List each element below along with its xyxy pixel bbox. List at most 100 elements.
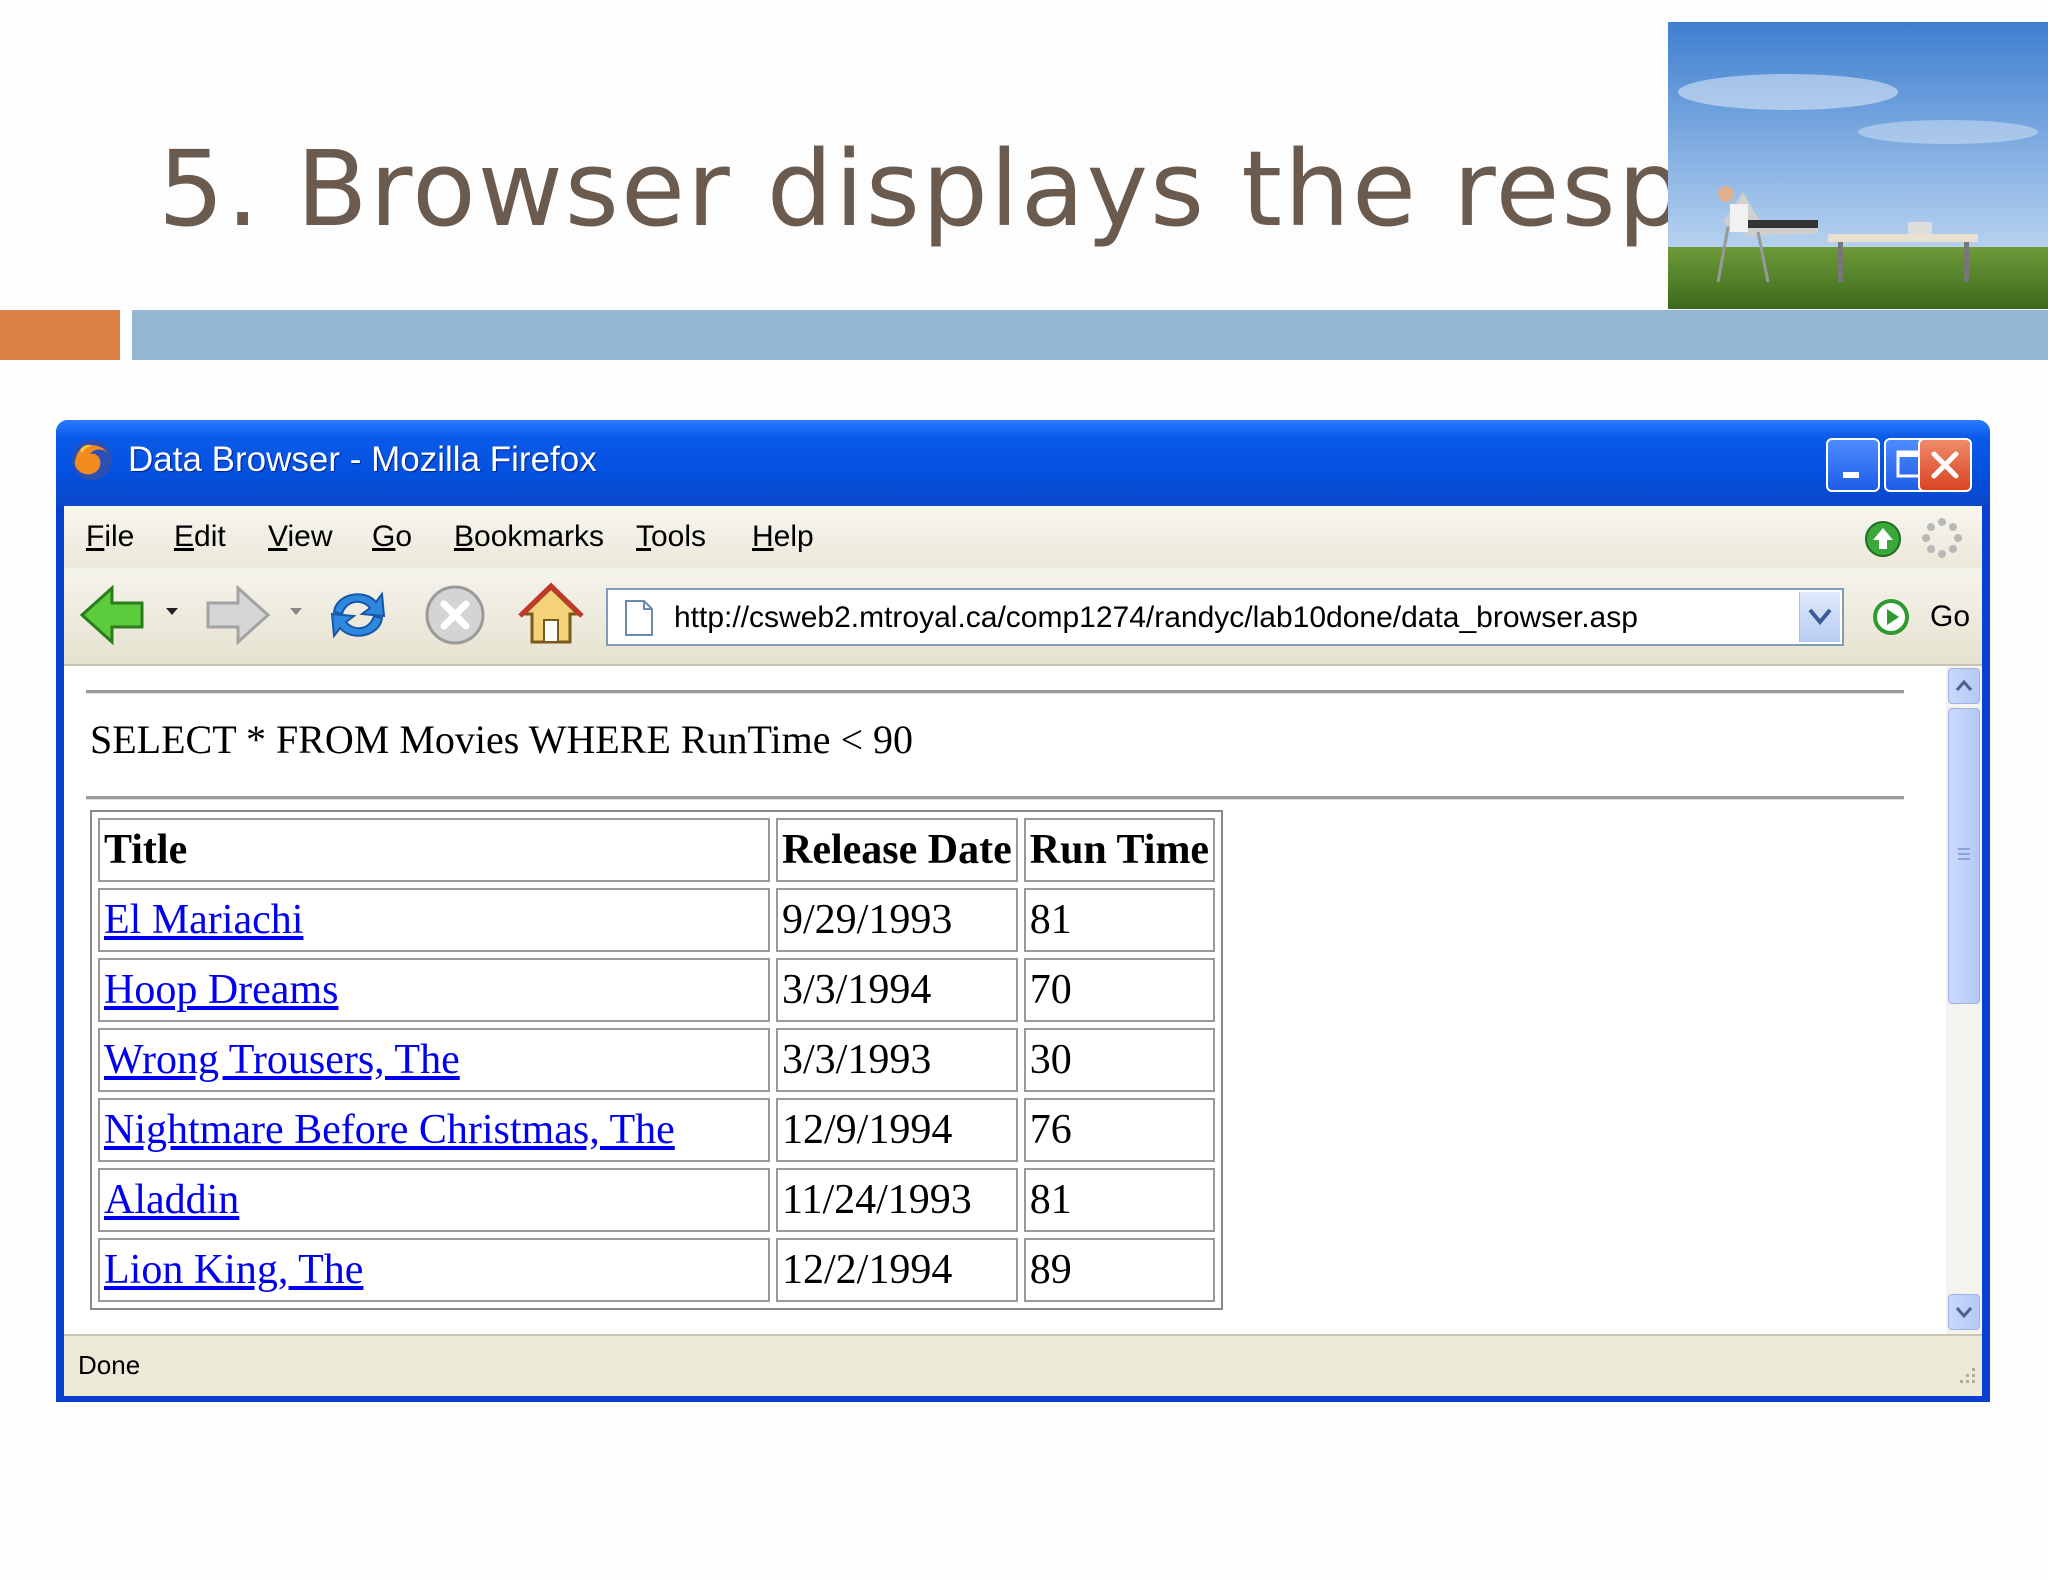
column-header-title: Title — [98, 818, 770, 882]
movie-link[interactable]: Lion King, The — [104, 1247, 363, 1293]
table-row: Nightmare Before Christmas, The 12/9/199… — [98, 1098, 1216, 1162]
chevron-up-icon — [1955, 679, 1973, 691]
menu-edit-label: dit — [194, 520, 226, 553]
release-date-cell: 12/2/1994 — [776, 1238, 1018, 1302]
address-bar[interactable]: http://csweb2.mtroyal.ca/comp1274/randyc… — [606, 588, 1844, 646]
resize-grip-icon[interactable] — [1950, 1362, 1978, 1390]
table-row: Aladdin 11/24/1993 81 — [98, 1168, 1216, 1232]
run-time-cell: 89 — [1023, 1238, 1216, 1302]
menu-bookmarks-accel: B — [454, 520, 475, 553]
stop-icon[interactable] — [422, 582, 488, 648]
title-cell: Nightmare Before Christmas, The — [98, 1098, 770, 1162]
run-time-cell: 70 — [1023, 958, 1216, 1022]
scroll-thumb[interactable] — [1948, 708, 1980, 1004]
accent-bar-orange — [0, 310, 120, 360]
movie-link[interactable]: Aladdin — [104, 1177, 239, 1223]
reload-icon[interactable] — [324, 582, 392, 648]
movie-link[interactable]: Nightmare Before Christmas, The — [104, 1107, 675, 1153]
title-cell: El Mariachi — [98, 888, 770, 952]
firefox-icon — [72, 440, 112, 480]
address-dropdown-button[interactable] — [1799, 592, 1840, 642]
chevron-down-icon — [1808, 608, 1832, 626]
scroll-down-button[interactable] — [1948, 1294, 1980, 1330]
status-bar: Done — [64, 1334, 1982, 1396]
column-header-run-time: Run Time — [1023, 818, 1216, 882]
update-icon[interactable] — [1864, 520, 1902, 558]
release-date-cell: 9/29/1993 — [776, 888, 1018, 952]
table-row: El Mariachi 9/29/1993 81 — [98, 888, 1216, 952]
menu-bar: File Edit View Go Bookmarks Tools Help — [64, 506, 1982, 568]
accent-bar-blue — [132, 310, 2048, 360]
close-button[interactable] — [1918, 438, 1972, 492]
table-header-row: Title Release Date Run Time — [98, 818, 1216, 882]
menu-file-accel: F — [86, 520, 105, 553]
grip-icon — [1958, 848, 1970, 860]
window-title: Data Browser - Mozilla Firefox — [128, 440, 597, 479]
run-time-cell: 76 — [1023, 1098, 1216, 1162]
horizontal-rule — [86, 690, 1904, 694]
go-button-label[interactable]: Go — [1930, 600, 1970, 634]
menu-bookmarks[interactable]: Bookmarks — [454, 520, 604, 554]
scroll-up-button[interactable] — [1948, 668, 1980, 704]
page-icon — [625, 600, 653, 636]
sql-query-text: SELECT * FROM Movies WHERE RunTime < 90 — [90, 717, 914, 762]
menu-edit[interactable]: Edit — [174, 520, 226, 554]
close-icon — [1931, 451, 1959, 479]
menu-tools-label: ools — [651, 520, 707, 553]
movie-link[interactable]: El Mariachi — [104, 897, 303, 943]
menu-file[interactable]: File — [86, 520, 134, 554]
forward-dropdown-icon[interactable] — [288, 604, 304, 620]
menu-edit-accel: E — [174, 520, 195, 553]
menu-bookmarks-label: ookmarks — [474, 520, 605, 553]
horizontal-rule — [86, 796, 1904, 800]
run-time-cell: 81 — [1023, 1168, 1216, 1232]
window-titlebar[interactable]: Data Browser - Mozilla Firefox — [56, 420, 1990, 506]
title-cell: Hoop Dreams — [98, 958, 770, 1022]
table-row: Lion King, The 12/2/1994 89 — [98, 1238, 1216, 1302]
menu-help-accel: H — [752, 520, 774, 553]
address-url[interactable]: http://csweb2.mtroyal.ca/comp1274/randyc… — [674, 601, 1638, 635]
window-client: File Edit View Go Bookmarks Tools Help h… — [64, 506, 1982, 1396]
menu-go-label: o — [395, 520, 413, 553]
menu-tools-accel: T — [636, 520, 651, 553]
vertical-scrollbar[interactable] — [1946, 666, 1982, 1334]
back-arrow-icon[interactable] — [78, 582, 148, 648]
title-cell: Lion King, The — [98, 1238, 770, 1302]
menu-file-label: ile — [104, 520, 135, 553]
menu-view-label: iew — [287, 520, 333, 553]
release-date-cell: 12/9/1994 — [776, 1098, 1018, 1162]
forward-arrow-icon[interactable] — [202, 582, 272, 648]
title-cell: Wrong Trousers, The — [98, 1028, 770, 1092]
chevron-down-icon — [1955, 1307, 1973, 1319]
menu-view[interactable]: View — [268, 520, 332, 554]
status-text: Done — [78, 1350, 141, 1380]
menu-tools[interactable]: Tools — [636, 520, 706, 554]
menu-help-label: elp — [773, 520, 814, 553]
browser-window: Data Browser - Mozilla Firefox File Edit… — [56, 420, 1990, 1402]
throbber-icon — [1922, 518, 1962, 558]
home-icon[interactable] — [516, 582, 586, 648]
run-time-cell: 30 — [1023, 1028, 1216, 1092]
page-content: SELECT * FROM Movies WHERE RunTime < 90 … — [64, 666, 1946, 1334]
release-date-cell: 3/3/1993 — [776, 1028, 1018, 1092]
results-table: Title Release Date Run Time El Mariachi … — [90, 810, 1224, 1310]
movie-link[interactable]: Hoop Dreams — [104, 967, 338, 1013]
table-row: Hoop Dreams 3/3/1994 70 — [98, 958, 1216, 1022]
menu-help[interactable]: Help — [752, 520, 814, 554]
release-date-cell: 11/24/1993 — [776, 1168, 1018, 1232]
menu-go[interactable]: Go — [372, 520, 412, 554]
header-photo — [1668, 22, 2048, 309]
movie-link[interactable]: Wrong Trousers, The — [104, 1037, 460, 1083]
menu-view-accel: V — [268, 520, 288, 553]
run-time-cell: 81 — [1023, 888, 1216, 952]
title-cell: Aladdin — [98, 1168, 770, 1232]
back-dropdown-icon[interactable] — [164, 604, 180, 620]
go-icon[interactable] — [1872, 598, 1910, 636]
release-date-cell: 3/3/1994 — [776, 958, 1018, 1022]
menu-go-accel: G — [372, 520, 396, 553]
minimize-button[interactable] — [1826, 438, 1880, 492]
navigation-toolbar: http://csweb2.mtroyal.ca/comp1274/randyc… — [64, 568, 1982, 666]
table-row: Wrong Trousers, The 3/3/1993 30 — [98, 1028, 1216, 1092]
column-header-release-date: Release Date — [776, 818, 1018, 882]
minimize-icon — [1843, 472, 1859, 478]
